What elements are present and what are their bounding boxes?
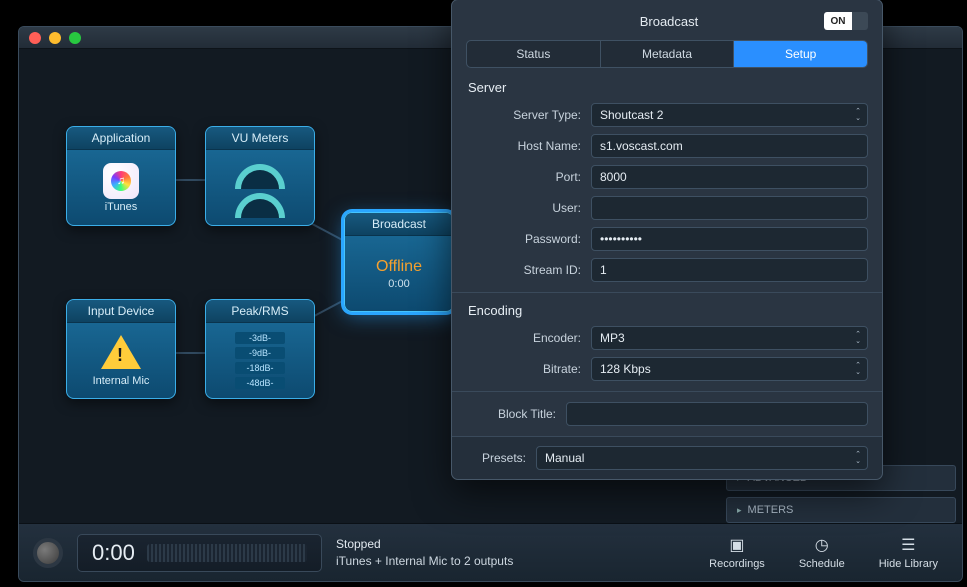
block-title-input[interactable] <box>566 402 868 426</box>
node-broadcast[interactable]: Broadcast Offline 0:00 <box>344 212 454 312</box>
node-label: Internal Mic <box>93 375 150 387</box>
node-header: VU Meters <box>206 127 314 150</box>
encoder-select[interactable]: MP3 <box>591 326 868 350</box>
bitrate-select[interactable]: 128 Kbps <box>591 357 868 381</box>
schedule-button[interactable]: ◷ Schedule <box>789 535 855 570</box>
button-label: Schedule <box>799 558 845 570</box>
panel-tabs: Status Metadata Setup <box>466 40 868 68</box>
chevron-right-icon <box>737 504 742 516</box>
broadcast-panel: Broadcast ON Status Metadata Setup Serve… <box>451 0 883 480</box>
vu-meter-icon <box>235 193 285 218</box>
encoding-section-title: Encoding <box>468 303 868 318</box>
record-button[interactable] <box>33 538 63 568</box>
port-label: Port: <box>466 170 581 184</box>
list-icon: ☰ <box>901 535 915 555</box>
user-input[interactable] <box>591 196 868 220</box>
select-value: MP3 <box>600 331 625 345</box>
section-label: METERS <box>748 504 794 516</box>
elapsed-time: 0:00 <box>92 540 135 566</box>
select-value: 128 Kbps <box>600 362 651 376</box>
button-label: Recordings <box>709 558 765 570</box>
peak-level: -48dB- <box>235 377 285 389</box>
status-block: Stopped iTunes + Internal Mic to 2 outpu… <box>336 536 685 570</box>
clock-icon: ◷ <box>815 535 829 555</box>
node-header: Peak/RMS <box>206 300 314 323</box>
bottom-bar: 0:00 Stopped iTunes + Internal Mic to 2 … <box>19 523 962 581</box>
password-input[interactable] <box>591 227 868 251</box>
host-name-input[interactable] <box>591 134 868 158</box>
section-meters[interactable]: METERS <box>726 497 956 523</box>
server-type-label: Server Type: <box>466 108 581 122</box>
server-type-select[interactable]: Shoutcast 2 <box>591 103 868 127</box>
tab-status[interactable]: Status <box>467 41 600 67</box>
select-value: Shoutcast 2 <box>600 108 663 122</box>
tab-metadata[interactable]: Metadata <box>600 41 734 67</box>
itunes-icon <box>103 163 139 199</box>
toggle-on-label: ON <box>824 12 852 30</box>
user-label: User: <box>466 201 581 215</box>
password-label: Password: <box>466 232 581 246</box>
status-line-1: Stopped <box>336 536 685 553</box>
block-title-label: Block Title: <box>466 407 556 421</box>
node-header: Broadcast <box>345 213 453 236</box>
recordings-button[interactable]: ▣ Recordings <box>699 535 775 570</box>
node-header: Application <box>67 127 175 150</box>
on-off-toggle[interactable]: ON <box>824 12 868 30</box>
divider <box>452 292 882 293</box>
server-section-title: Server <box>468 80 868 95</box>
select-value: Manual <box>545 451 584 465</box>
bitrate-label: Bitrate: <box>466 362 581 376</box>
timer-box: 0:00 <box>77 534 322 572</box>
peak-level: -9dB- <box>235 347 285 359</box>
broadcast-status: Offline <box>376 258 422 276</box>
node-header: Input Device <box>67 300 175 323</box>
node-vumeters[interactable]: VU Meters <box>205 126 315 226</box>
status-line-2: iTunes + Internal Mic to 2 outputs <box>336 553 685 570</box>
vu-meter-icon <box>235 164 285 189</box>
port-input[interactable] <box>591 165 868 189</box>
node-peak-rms[interactable]: Peak/RMS -3dB- -9dB- -18dB- -48dB- <box>205 299 315 399</box>
presets-select[interactable]: Manual <box>536 446 868 470</box>
broadcast-time: 0:00 <box>388 278 409 290</box>
tab-setup[interactable]: Setup <box>733 41 867 67</box>
panel-title: Broadcast <box>466 14 824 29</box>
encoder-label: Encoder: <box>466 331 581 345</box>
peak-levels: -3dB- -9dB- -18dB- -48dB- <box>235 332 285 389</box>
host-name-label: Host Name: <box>466 139 581 153</box>
toggle-handle <box>852 12 868 30</box>
scrubber[interactable] <box>147 544 307 562</box>
warning-icon <box>101 335 141 369</box>
divider <box>452 391 882 392</box>
presets-label: Presets: <box>466 451 526 465</box>
peak-level: -18dB- <box>235 362 285 374</box>
node-label: iTunes <box>105 201 138 213</box>
node-application[interactable]: Application iTunes <box>66 126 176 226</box>
hide-library-button[interactable]: ☰ Hide Library <box>869 535 948 570</box>
stream-id-label: Stream ID: <box>466 263 581 277</box>
recordings-icon: ▣ <box>729 535 744 555</box>
button-label: Hide Library <box>879 558 938 570</box>
stream-id-input[interactable] <box>591 258 868 282</box>
node-input-device[interactable]: Input Device Internal Mic <box>66 299 176 399</box>
peak-level: -3dB- <box>235 332 285 344</box>
